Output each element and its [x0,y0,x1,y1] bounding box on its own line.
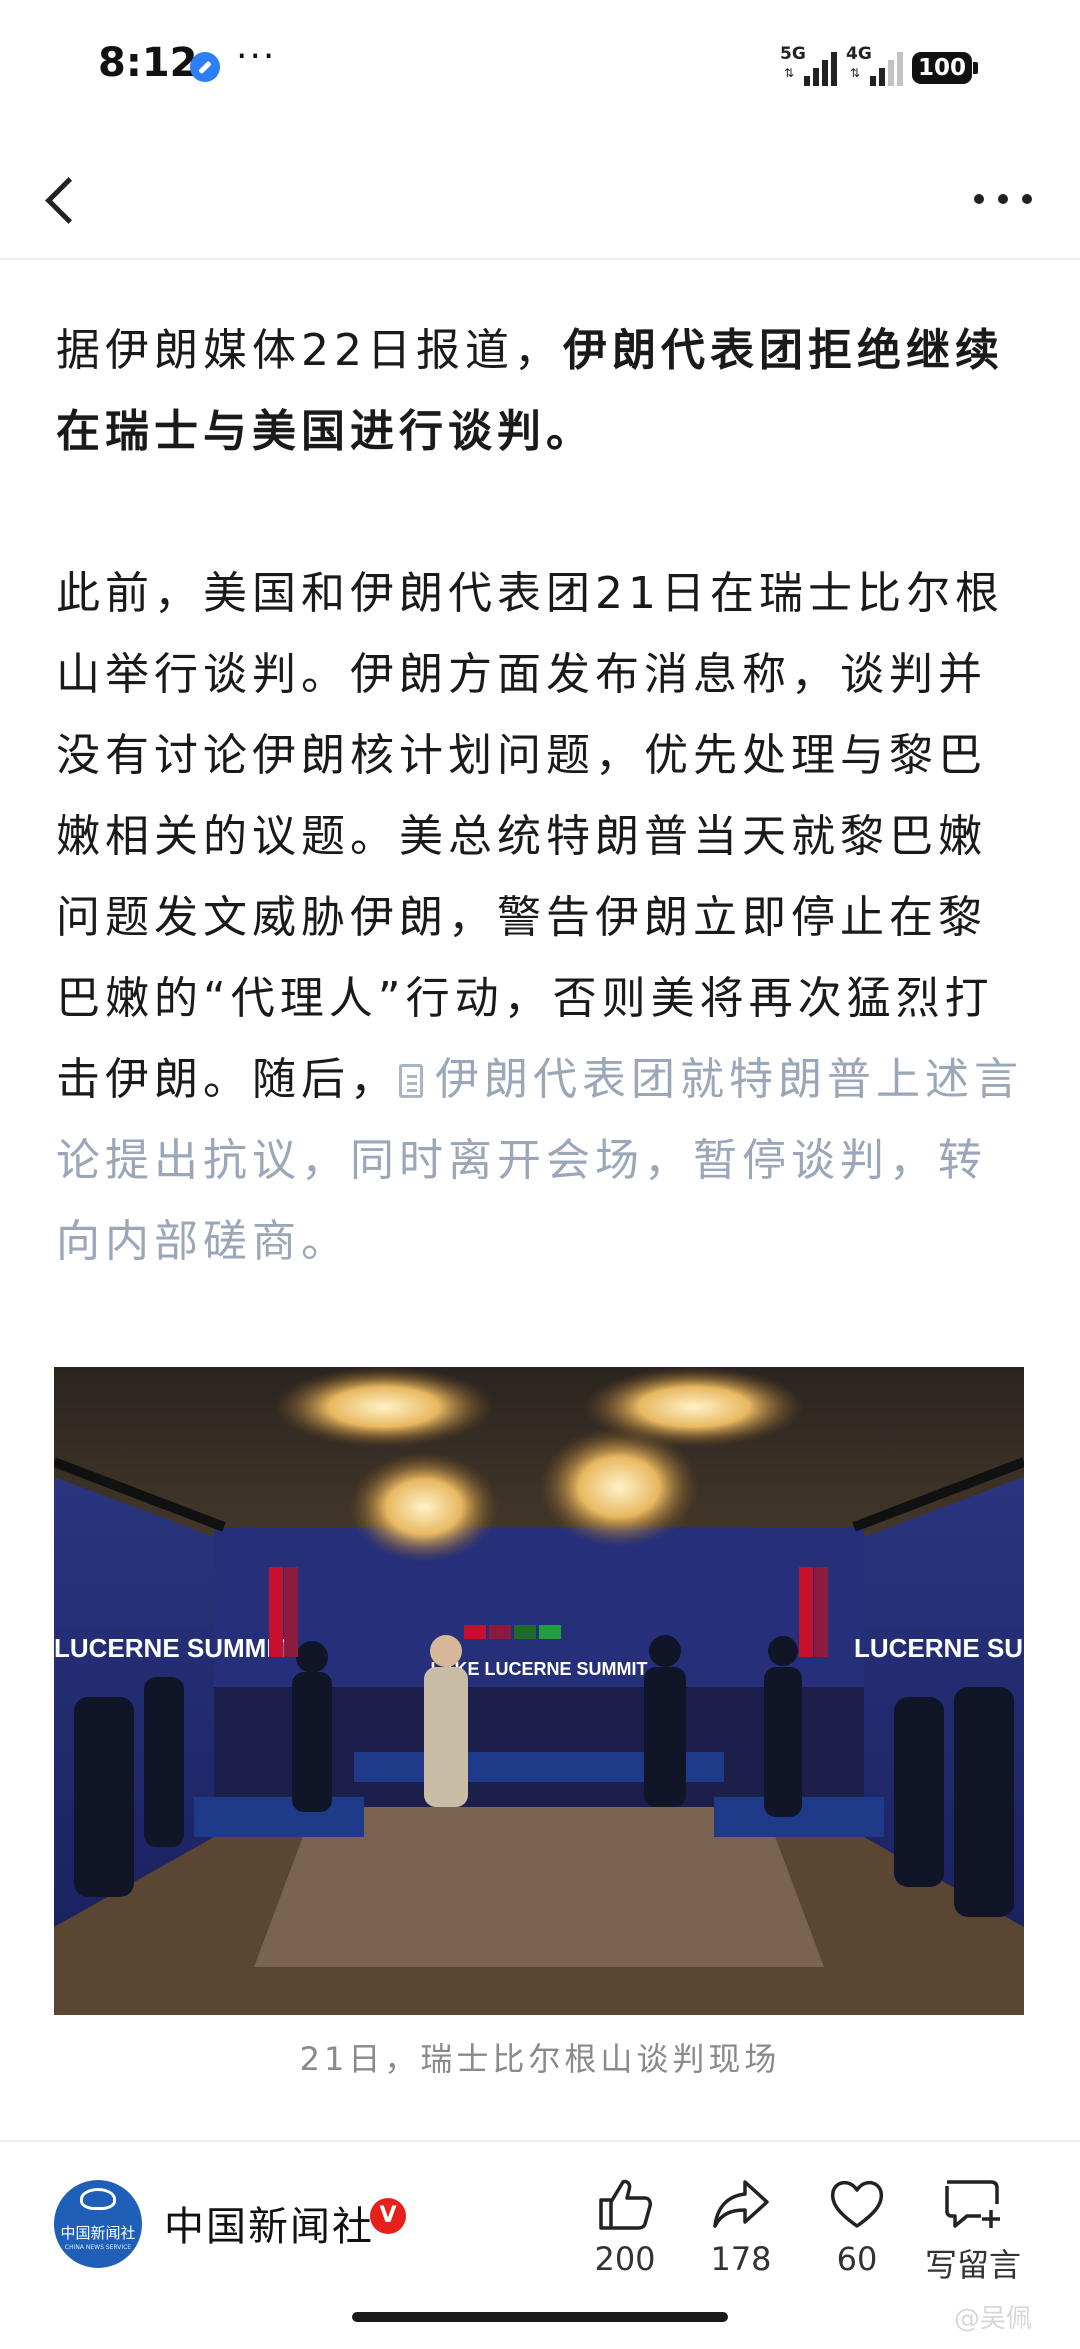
news-photo[interactable]: LAKE LUCERNE SUMMIT LUCERNE SUMMIT LUCER… [54,1367,1024,2015]
favorite-button[interactable]: 60 [802,2176,912,2278]
more-notifications-icon: ··· [236,36,277,77]
home-indicator[interactable] [352,2312,728,2322]
like-count: 200 [594,2240,656,2278]
banner-left-text: LUCERNE SUMMIT [54,1633,290,1663]
paragraph-1-lead: 据伊朗媒体22日报道， [56,325,563,376]
comment-add-icon [945,2180,1000,2228]
author-avatar[interactable]: 中国新闻社 CHINA NEWS SERVICE [54,2180,142,2268]
author-name[interactable]: 中国新闻社 [164,2194,374,2252]
chevron-left-icon[interactable] [38,170,88,230]
avatar-logo-text: 中国新闻社 [60,2224,136,2242]
signal-5g-icon: 5G ⇅ [780,44,846,88]
nav-bar [0,140,1080,260]
status-bar: 8:12 ··· 5G ⇅ 4G ⇅ 100 [0,0,1080,140]
globe-logo-icon [80,2188,116,2210]
network-type-label: 5G [780,44,806,64]
write-comment-button[interactable]: 写留言 [918,2176,1028,2286]
battery-icon: 100 [912,52,972,84]
verified-badge: V [370,2198,406,2234]
more-dots-icon[interactable] [974,184,1032,214]
network-type-label: 4G [846,44,872,64]
status-time: 8:12 [98,40,198,86]
like-button[interactable]: 200 [570,2176,680,2278]
article-body: 据伊朗媒体22日报道，伊朗代表团拒绝继续在瑞士与美国进行谈判。 此前，美国和伊朗… [56,310,1026,1282]
weibo-watermark: @吴佩 [954,2304,1033,2334]
banner-right-text: LUCERNE SUMMIT [854,1633,1024,1663]
signal-4g-icon: 4G ⇅ [846,44,912,88]
app-notification-icon [190,52,220,82]
thumbs-up-icon [599,2179,652,2230]
paragraph-2: 此前，美国和伊朗代表团21日在瑞士比尔根山举行谈判。伊朗方面发布消息称，谈判并没… [56,553,1026,1282]
avatar-logo-subtext: CHINA NEWS SERVICE [64,2244,132,2251]
battery-tip [973,62,978,74]
heart-icon [830,2180,884,2228]
share-button[interactable]: 178 [686,2176,796,2278]
share-count: 178 [710,2240,772,2278]
quote-doc-icon [399,1064,423,1098]
favorite-count: 60 [836,2240,878,2278]
paragraph-1: 据伊朗媒体22日报道，伊朗代表团拒绝继续在瑞士与美国进行谈判。 [56,310,1026,472]
share-arrow-icon [713,2180,769,2228]
paragraph-2-text: 此前，美国和伊朗代表团21日在瑞士比尔根山举行谈判。伊朗方面发布消息称，谈判并没… [56,568,1004,1105]
write-comment-label: 写留言 [924,2246,1021,2284]
photo-caption: 21日，瑞士比尔根山谈判现场 [299,2040,781,2078]
